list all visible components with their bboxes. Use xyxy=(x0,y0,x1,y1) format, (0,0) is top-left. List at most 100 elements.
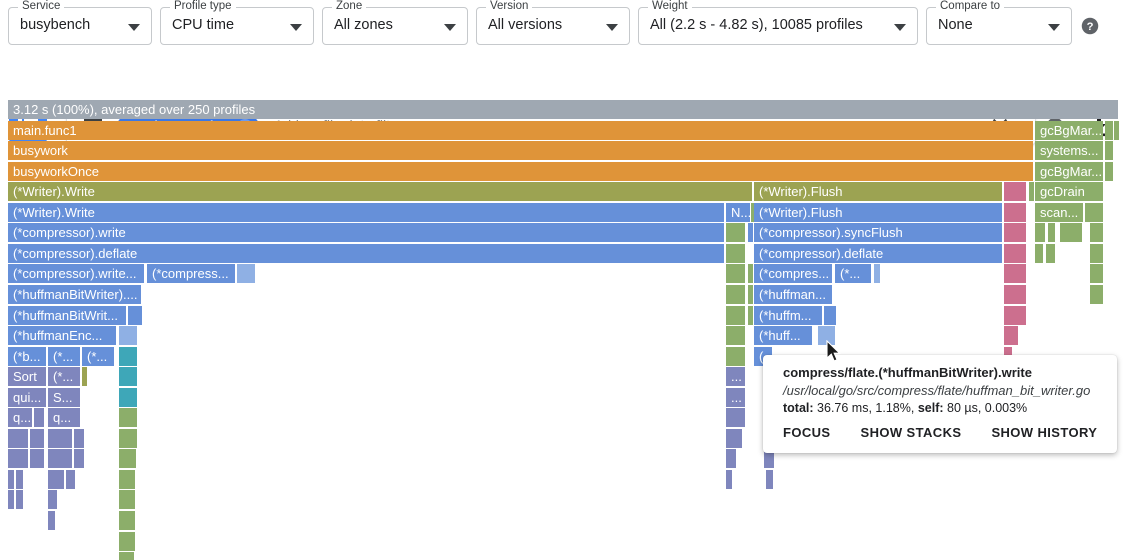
flame-frame[interactable] xyxy=(1090,285,1103,304)
flame-frame[interactable] xyxy=(1105,121,1113,140)
flame-frame[interactable]: (*Writer).Write xyxy=(8,203,724,222)
flame-frame[interactable] xyxy=(128,306,142,325)
flame-frame[interactable] xyxy=(119,326,137,345)
flame-frame[interactable] xyxy=(1085,203,1103,222)
flame-frame[interactable]: (*compressor).syncFlush xyxy=(754,223,1002,242)
flame-frame[interactable] xyxy=(119,367,137,386)
focus-button[interactable]: FOCUS xyxy=(783,425,831,440)
flame-frame[interactable] xyxy=(1090,223,1103,242)
help-icon[interactable]: ? xyxy=(1081,17,1099,35)
flame-frame[interactable] xyxy=(16,490,23,509)
chevron-down-icon[interactable] xyxy=(444,24,456,31)
flame-frame[interactable]: main.func1 xyxy=(8,121,1033,140)
flame-frame[interactable] xyxy=(726,285,745,304)
selector-weight[interactable]: Weight All (2.2 s - 4.82 s), 10085 profi… xyxy=(638,0,918,45)
flame-frame[interactable] xyxy=(1004,264,1026,283)
flame-frame[interactable]: q... xyxy=(48,408,80,427)
flame-frame[interactable] xyxy=(74,429,84,448)
flame-frame[interactable]: ... xyxy=(726,388,745,407)
selector-version[interactable]: Version All versions xyxy=(476,0,630,45)
flame-frame[interactable]: (*huffmanEnc... xyxy=(8,326,116,345)
flame-frame[interactable]: scan... xyxy=(1035,203,1083,222)
flame-frame[interactable] xyxy=(1004,182,1026,201)
flame-frame[interactable] xyxy=(726,449,736,468)
flame-frame[interactable] xyxy=(1046,244,1055,263)
flame-frame[interactable] xyxy=(1105,141,1113,160)
flame-frame[interactable] xyxy=(48,449,72,468)
flame-frame[interactable]: S... xyxy=(48,388,80,407)
chevron-down-icon[interactable] xyxy=(128,24,140,31)
flame-frame[interactable] xyxy=(119,490,135,509)
flame-frame[interactable]: (*compressor).write... xyxy=(8,264,144,283)
flame-frame[interactable]: (*compress... xyxy=(147,264,235,283)
flame-frame[interactable] xyxy=(119,388,137,407)
flame-frame[interactable] xyxy=(48,470,64,489)
flame-frame[interactable]: (*... xyxy=(835,264,871,283)
flame-frame[interactable] xyxy=(34,408,44,427)
flame-frame[interactable]: gcBgMar... xyxy=(1035,121,1103,140)
flame-frame[interactable] xyxy=(766,470,773,489)
show-stacks-button[interactable]: SHOW STACKS xyxy=(861,425,962,440)
flame-frame[interactable] xyxy=(1004,203,1026,222)
flame-frame[interactable] xyxy=(726,347,745,366)
flame-frame[interactable]: (*Writer).Flush xyxy=(754,182,1002,201)
flame-frame[interactable] xyxy=(1004,223,1026,242)
flame-frame[interactable]: (*Writer).Flush xyxy=(754,203,1002,222)
flame-frame[interactable]: (*compressor).deflate xyxy=(754,244,1002,263)
selector-zone[interactable]: Zone All zones xyxy=(322,0,468,45)
flame-frame[interactable]: (*compressor).write xyxy=(8,223,724,242)
flame-frame[interactable] xyxy=(874,264,880,283)
flame-graph[interactable]: 3.12 s (100%), averaged over 250 profile… xyxy=(0,100,1143,560)
flame-frame[interactable] xyxy=(824,306,836,325)
flame-frame[interactable]: gcBgMar... xyxy=(1035,162,1103,181)
flame-frame[interactable]: q... xyxy=(8,408,32,427)
flame-frame[interactable] xyxy=(30,429,44,448)
flame-frame[interactable] xyxy=(1105,162,1113,181)
flame-frame[interactable] xyxy=(8,490,14,509)
flame-frame[interactable] xyxy=(48,490,57,509)
flame-frame[interactable] xyxy=(726,470,732,489)
flame-frame[interactable]: (*... xyxy=(82,347,114,366)
flame-frame[interactable]: busywork xyxy=(8,141,1033,160)
chevron-down-icon[interactable] xyxy=(894,24,906,31)
flame-frame[interactable] xyxy=(726,326,745,345)
flame-frame[interactable] xyxy=(119,449,136,468)
chevron-down-icon[interactable] xyxy=(606,24,618,31)
flame-frame[interactable] xyxy=(1004,285,1026,304)
flame-frame[interactable] xyxy=(726,429,742,448)
flame-frame[interactable] xyxy=(74,449,84,468)
flame-graph-header[interactable]: 3.12 s (100%), averaged over 250 profile… xyxy=(8,100,1118,119)
flame-frame[interactable] xyxy=(82,367,87,386)
flame-frame[interactable] xyxy=(1035,244,1043,263)
flame-frame[interactable]: ... xyxy=(726,367,745,386)
flame-frame[interactable] xyxy=(119,532,135,551)
flame-frame[interactable] xyxy=(119,511,135,530)
flame-frame[interactable] xyxy=(1004,326,1018,345)
flame-frame[interactable] xyxy=(30,449,44,468)
flame-frame[interactable]: (*compres... xyxy=(754,264,832,283)
flame-frame[interactable] xyxy=(726,408,745,427)
flame-frame[interactable] xyxy=(8,429,28,448)
flame-frame[interactable]: busyworkOnce xyxy=(8,162,1033,181)
flame-frame[interactable] xyxy=(48,511,55,530)
flame-frame[interactable] xyxy=(66,470,75,489)
flame-frame[interactable]: (*... xyxy=(48,347,80,366)
flame-frame[interactable]: (*Writer).Write xyxy=(8,182,752,201)
flame-frame[interactable] xyxy=(119,470,135,489)
flame-frame[interactable] xyxy=(748,285,753,304)
flame-frame[interactable]: N... xyxy=(726,203,750,222)
flame-frame[interactable] xyxy=(119,347,137,366)
selector-compare-to[interactable]: Compare to None xyxy=(926,0,1072,45)
flame-frame[interactable] xyxy=(726,223,745,242)
chevron-down-icon[interactable] xyxy=(290,24,302,31)
flame-frame[interactable] xyxy=(726,244,745,263)
flame-frame[interactable] xyxy=(8,449,28,468)
flame-frame[interactable] xyxy=(119,429,137,448)
flame-frame[interactable] xyxy=(119,408,137,427)
chevron-down-icon[interactable] xyxy=(1048,24,1060,31)
flame-frame[interactable] xyxy=(1029,182,1034,201)
flame-frame[interactable]: systems... xyxy=(1035,141,1103,160)
flame-frame[interactable]: (*huff... xyxy=(754,326,812,345)
flame-frame[interactable] xyxy=(726,264,745,283)
flame-frame[interactable] xyxy=(748,223,753,242)
